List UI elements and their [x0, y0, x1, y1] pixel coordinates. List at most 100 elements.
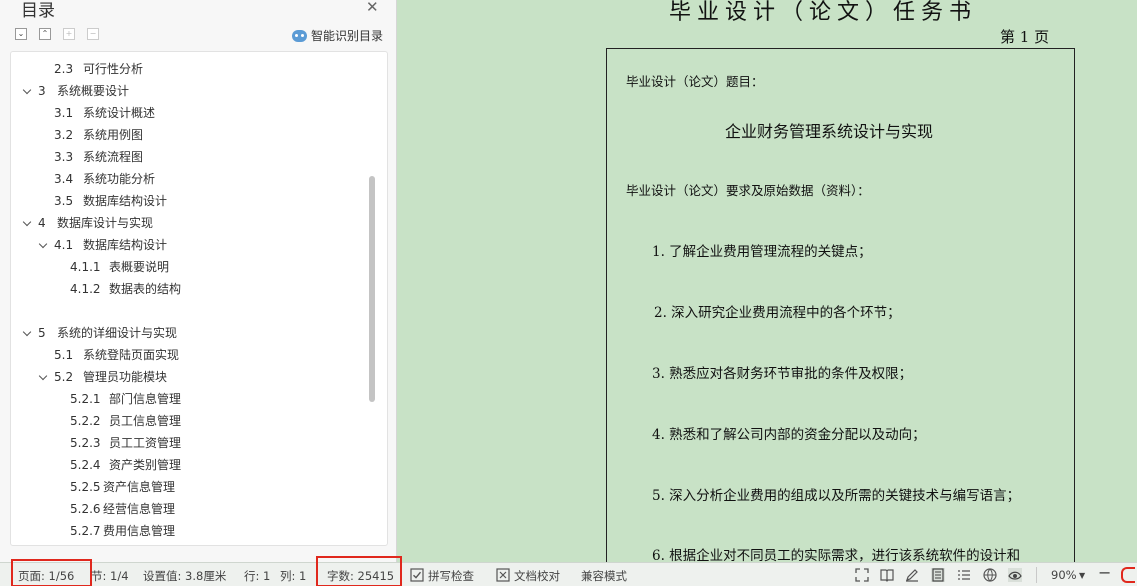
web-view-icon[interactable] [983, 568, 997, 582]
toc-item-number: 5.2.4 [70, 458, 101, 472]
zoom-level[interactable]: 90% [1051, 568, 1077, 582]
toc-item-number: 3.3 [54, 150, 74, 164]
toc-scrollbar[interactable] [369, 176, 375, 402]
toc-item-number: 4.1.1 [70, 260, 101, 274]
page-view-icon[interactable] [931, 568, 945, 582]
toc-item-text: 员工信息管理 [109, 414, 182, 428]
toc-panel: 目录 ✕ ⌄ ⌃ + − 智能识别目录 2.3 可行性分析 3 系统概要设计 3… [0, 0, 397, 562]
toc-item-text: 费用信息管理 [103, 524, 176, 538]
toc-item[interactable]: 5.2.3 员工工资管理 [11, 433, 366, 453]
toc-item-number: 4.1 [54, 238, 74, 252]
add-heading-icon[interactable]: + [63, 28, 75, 40]
requirement-item: 1. 了解企业费用管理流程的关键点； [652, 244, 872, 260]
toc-item-text: 可行性分析 [83, 62, 144, 76]
toc-item-number: 3.1 [54, 106, 74, 120]
toc-item[interactable]: 5.2.1 部门信息管理 [11, 389, 366, 409]
chevron-down-icon[interactable] [22, 85, 32, 95]
requirement-item: 5. 深入分析企业费用的组成以及所需的关键技术与编写语言； [652, 488, 1021, 504]
requirement-item: 4. 熟悉和了解公司内部的资金分配以及动向； [652, 427, 926, 443]
toc-item-number: 5.2 [54, 370, 74, 384]
toc-item[interactable]: 4.1 数据库结构设计 [11, 235, 366, 255]
toc-item-number: 3.2 [54, 128, 74, 142]
highlight-box [11, 559, 92, 586]
toc-item-text: 系统流程图 [83, 150, 144, 164]
requirement-item: 6. 根据企业对不同员工的实际需求，进行该系统软件的设计和 [652, 548, 1021, 564]
chevron-down-icon[interactable] [22, 217, 32, 227]
requirements-label: 毕业设计（论文）要求及原始数据（资料）： [626, 183, 870, 198]
close-icon[interactable]: ✕ [366, 0, 379, 15]
toc-item[interactable]: 5.2.4 资产类别管理 [11, 455, 366, 475]
chevron-down-icon[interactable] [38, 371, 48, 381]
toc-item[interactable]: 3.3 系统流程图 [11, 147, 366, 167]
toc-item[interactable]: 5.2 管理员功能模块 [11, 367, 366, 387]
toc-item-text: 数据表的结构 [109, 282, 182, 296]
status-bar: 页面: 1/56 节: 1/4 设置值: 3.8厘米 行: 1 列: 1 字数:… [0, 556, 1137, 586]
spell-check-button[interactable]: 拼写检查 [428, 568, 474, 584]
smart-toc-button[interactable]: 智能识别目录 [292, 27, 383, 44]
highlight-box [316, 556, 402, 586]
toc-title: 目录 [21, 1, 55, 21]
compat-mode-label: 兼容模式 [581, 569, 627, 583]
section-count[interactable]: 节: 1/4 [91, 568, 129, 584]
chevron-down-icon[interactable] [38, 239, 48, 249]
topic-label: 毕业设计（论文）题目： [626, 74, 764, 89]
toc-item-number: 4 [38, 216, 46, 230]
fullscreen-icon[interactable] [855, 568, 869, 582]
page-number-label: 第 1 页 [1000, 28, 1050, 46]
outline-view-icon[interactable] [957, 568, 971, 582]
toc-item[interactable]: 5 系统的详细设计与实现 [11, 323, 366, 343]
toc-item-text: 经营信息管理 [103, 502, 176, 516]
chevron-down-icon[interactable] [22, 327, 32, 337]
toc-item-text: 数据库结构设计 [83, 238, 168, 252]
toc-item-number: 5.2.7 [70, 524, 101, 538]
toc-item-text: 系统概要设计 [57, 84, 130, 98]
robot-icon [292, 29, 307, 42]
toc-item-number: 5.1 [54, 348, 74, 362]
column-indicator: 列: 1 [280, 569, 307, 583]
toc-item-text: 数据库结构设计 [83, 194, 168, 208]
toc-item-number: 4.1.2 [70, 282, 101, 296]
toc-item[interactable]: 5.2.6 经营信息管理 [11, 499, 366, 519]
toc-item[interactable]: 2.3 可行性分析 [11, 59, 366, 79]
toc-item-text: 资产信息管理 [103, 480, 176, 494]
pen-icon[interactable] [905, 568, 919, 582]
toc-item-text: 系统用例图 [83, 128, 144, 142]
status-separator [1036, 567, 1037, 583]
smart-toc-label: 智能识别目录 [311, 29, 384, 43]
requirement-item: 2. 深入研究企业费用流程中的各个环节； [654, 305, 901, 321]
toc-item[interactable]: 3.2 系统用例图 [11, 125, 366, 145]
eye-protection-icon[interactable] [1008, 568, 1022, 582]
toc-item[interactable]: 5.2.5 资产信息管理 [11, 477, 366, 497]
toc-item-text: 部门信息管理 [109, 392, 182, 406]
remove-heading-icon[interactable]: − [87, 28, 99, 40]
toc-item[interactable]: 4.1.1 表概要说明 [11, 257, 366, 277]
setting-value[interactable]: 设置值: 3.8厘米 [143, 568, 226, 584]
toc-item[interactable]: 4.1.2 数据表的结构 [11, 279, 366, 299]
toc-item-text: 表概要说明 [109, 260, 170, 274]
toc-item-number: 5.2.2 [70, 414, 101, 428]
expand-up-icon[interactable]: ⌃ [39, 28, 51, 40]
toc-item-number: 3.4 [54, 172, 74, 186]
toc-item[interactable]: 4 数据库设计与实现 [11, 213, 366, 233]
row-indicator: 行: 1 [244, 569, 271, 583]
chevron-down-icon[interactable]: ▼ [1079, 571, 1085, 580]
document-proof-button[interactable]: 文档校对 [514, 568, 560, 584]
document-title: 毕业设计（论文）任务书 [669, 0, 978, 25]
toc-item[interactable]: 3.4 系统功能分析 [11, 169, 366, 189]
toc-item[interactable]: 3.1 系统设计概述 [11, 103, 366, 123]
toc-item-text: 系统设计概述 [83, 106, 156, 120]
toc-item-text: 资产类别管理 [109, 458, 182, 472]
toc-item[interactable]: 3.5 数据库结构设计 [11, 191, 366, 211]
toc-item-number: 5.2.5 [70, 480, 101, 494]
collapse-all-icon[interactable]: ⌄ [15, 28, 27, 40]
reading-mode-icon[interactable] [880, 568, 894, 582]
zoom-out-icon[interactable]: − [1098, 563, 1111, 582]
toc-item[interactable]: 5.2.7 费用信息管理 [11, 521, 366, 541]
toc-item-text: 员工工资管理 [109, 436, 182, 450]
toc-item[interactable]: 5.2.2 员工信息管理 [11, 411, 366, 431]
toc-item[interactable]: 3 系统概要设计 [11, 81, 366, 101]
toc-item[interactable]: 5.1 系统登陆页面实现 [11, 345, 366, 365]
document-table[interactable]: 毕业设计（论文）题目： 企业财务管理系统设计与实现 毕业设计（论文）要求及原始数… [606, 48, 1075, 586]
toc-item-text: 系统登陆页面实现 [83, 348, 180, 362]
toc-item-number: 3.5 [54, 194, 74, 208]
